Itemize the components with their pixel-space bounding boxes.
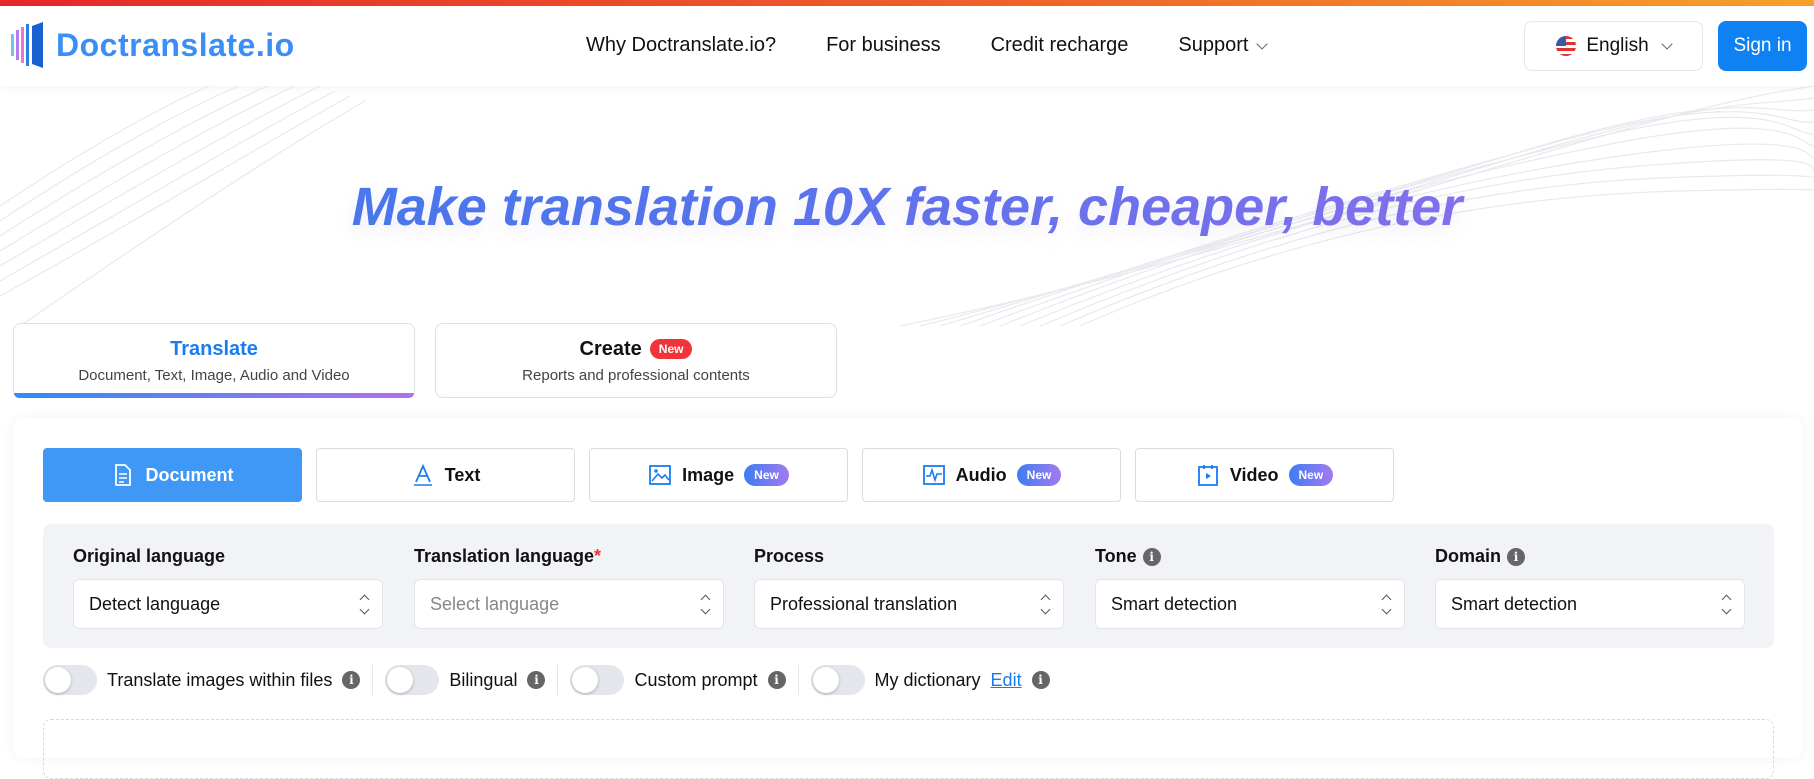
audio-icon [922,463,946,487]
mode-tabs: Translate Document, Text, Image, Audio a… [13,323,837,398]
updown-chevron-icon [1721,594,1732,614]
info-icon[interactable]: i [1142,547,1161,566]
upload-dropzone[interactable] [43,719,1774,779]
new-badge: New [1288,464,1334,486]
toggle-label: Custom prompt [634,669,758,690]
content-type-tabs: Document Text Image New Audio New Video … [43,448,1394,502]
nav-credit-recharge[interactable]: Credit recharge [991,34,1129,57]
tab-create-subtitle: Reports and professional contents [522,366,750,384]
toggle-label: Translate images within files [107,669,333,690]
field-process: Process Professional translation [754,546,1064,629]
us-flag-icon [1556,36,1577,56]
toggle-switch[interactable] [43,665,97,695]
language-label: English [1586,35,1649,56]
dictionary-edit-link[interactable]: Edit [991,670,1022,691]
type-tab-label: Document [145,464,234,485]
updown-chevron-icon [1381,594,1392,614]
image-icon [648,463,672,487]
text-icon [411,463,435,487]
option-toggles: Translate images within files i Bilingua… [43,665,1074,695]
language-selector[interactable]: English [1524,21,1703,71]
video-icon [1196,463,1220,487]
translation-language-select[interactable]: Select language [414,579,724,629]
updown-chevron-icon [700,594,711,614]
select-value: Professional translation [770,593,958,614]
toggle-bilingual: Bilingual i [385,665,559,695]
nav-business[interactable]: For business [826,34,941,57]
tab-create[interactable]: Create New Reports and professional cont… [435,323,837,398]
type-tab-image[interactable]: Image New [589,448,848,502]
info-icon[interactable]: i [1507,547,1526,566]
toggle-custom-prompt: Custom prompt i [570,665,799,695]
toggle-switch[interactable] [810,665,865,695]
info-icon[interactable]: i [1031,671,1050,689]
toggle-switch[interactable] [385,665,440,695]
logo-icon [11,22,43,68]
new-badge: New [744,464,789,486]
chevron-down-icon [1256,37,1269,50]
original-language-select[interactable]: Detect language [73,579,383,629]
updown-chevron-icon [1040,594,1051,614]
toggle-label: Bilingual [449,669,518,690]
info-icon[interactable]: i [342,671,361,689]
tab-translate-title: Translate [170,337,258,360]
type-tab-document[interactable]: Document [43,448,302,502]
brand-logo[interactable]: Doctranslate.io [10,20,295,70]
tab-create-title: Create [579,337,642,360]
tone-select[interactable]: Smart detection [1095,579,1405,629]
updown-chevron-icon [359,594,370,614]
type-tab-text[interactable]: Text [316,448,575,502]
tab-translate[interactable]: Translate Document, Text, Image, Audio a… [13,323,415,398]
nav-support[interactable]: Support [1178,34,1269,57]
field-tone: Tone i Smart detection [1095,546,1405,629]
field-label: Translation language [414,546,595,566]
chevron-down-icon [1660,38,1673,50]
field-domain: Domain i Smart detection [1435,546,1745,629]
nav-support-label: Support [1178,34,1249,56]
select-value: Detect language [89,593,221,614]
main-nav: Why Doctranslate.io? For business Credit… [586,34,1269,57]
type-tab-audio[interactable]: Audio New [862,448,1121,502]
document-icon [111,463,135,487]
toggle-label: My dictionary [874,669,981,690]
hero-title: Make translation 10X faster, cheaper, be… [0,176,1814,238]
process-select[interactable]: Professional translation [754,579,1064,629]
type-tab-label: Text [444,464,481,485]
sign-in-button[interactable]: Sign in [1718,21,1807,71]
nav-why[interactable]: Why Doctranslate.io? [586,34,776,57]
type-tab-label: Image [682,464,735,485]
site-header: Doctranslate.io Why Doctranslate.io? For… [0,6,1814,86]
tab-translate-subtitle: Document, Text, Image, Audio and Video [78,366,350,384]
select-placeholder: Select language [430,593,560,614]
toggle-my-dictionary: My dictionary Edit i [810,665,1062,695]
select-value: Smart detection [1111,593,1238,614]
info-icon[interactable]: i [767,671,786,689]
hero: Make translation 10X faster, cheaper, be… [0,86,1814,326]
type-tab-label: Video [1229,464,1279,485]
brand-name: Doctranslate.io [56,26,295,63]
select-value: Smart detection [1451,593,1578,614]
info-icon[interactable]: i [527,671,546,689]
domain-select[interactable]: Smart detection [1435,579,1745,629]
translation-settings: Original language Detect language Transl… [43,524,1774,648]
type-tab-label: Audio [955,464,1007,485]
toggle-translate-images: Translate images within files i [43,665,374,695]
type-tab-video[interactable]: Video New [1135,448,1394,502]
field-label: Process [754,546,825,566]
translate-panel: Document Text Image New Audio New Video … [13,418,1803,779]
field-label: Original language [73,546,226,566]
new-badge: New [649,339,693,359]
field-translation-language: Translation language* Select language [414,546,724,629]
field-label: Domain [1435,546,1502,566]
field-label: Tone [1095,546,1137,566]
new-badge: New [1016,464,1062,486]
toggle-switch[interactable] [570,665,625,695]
field-original-language: Original language Detect language [73,546,383,629]
required-marker: * [594,546,602,566]
